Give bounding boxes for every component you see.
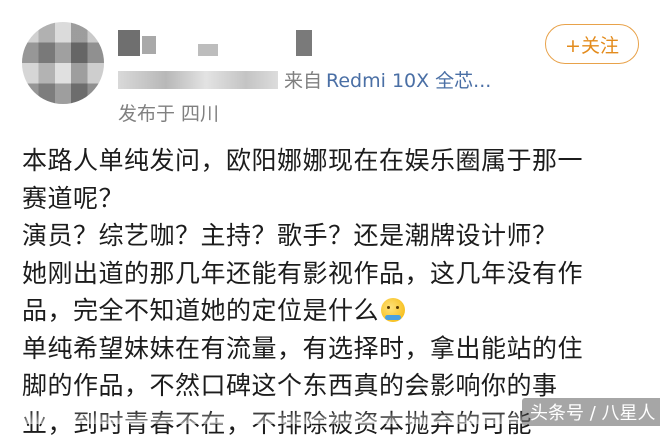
source-device-link[interactable]: Redmi 10X 全芯... bbox=[326, 66, 491, 93]
post-line: 赛道呢？ bbox=[22, 180, 642, 218]
post-location: 发布于 四川 bbox=[118, 99, 219, 126]
post-line: 她刚出道的那几年还能有影视作品，这几年没有作 bbox=[22, 255, 642, 293]
shrug-emoji-icon bbox=[381, 298, 405, 322]
username-blurred[interactable] bbox=[118, 30, 318, 58]
timestamp-blurred bbox=[118, 71, 278, 89]
watermark: 头条号 / 八星人 bbox=[522, 398, 660, 426]
post-line-text: 品，完全不知道她的定位是什么 bbox=[22, 296, 379, 325]
post-body: 本路人单纯发问，欧阳娜娜现在在娱乐圈属于那一 赛道呢？ 演员？综艺咖？主持？歌手… bbox=[22, 142, 642, 442]
post-line: 品，完全不知道她的定位是什么 bbox=[22, 292, 642, 330]
post-line: 单纯希望妹妹在有流量，有选择时，拿出能站的住 bbox=[22, 330, 642, 368]
post-meta: 来自 Redmi 10X 全芯... bbox=[118, 66, 491, 93]
avatar[interactable] bbox=[22, 22, 104, 104]
source-label: 来自 bbox=[284, 66, 322, 93]
post-line: 演员？综艺咖？主持？歌手？还是潮牌设计师？ bbox=[22, 217, 642, 255]
follow-button[interactable]: +关注 bbox=[545, 24, 639, 64]
post-line: 本路人单纯发问，欧阳娜娜现在在娱乐圈属于那一 bbox=[22, 142, 642, 180]
